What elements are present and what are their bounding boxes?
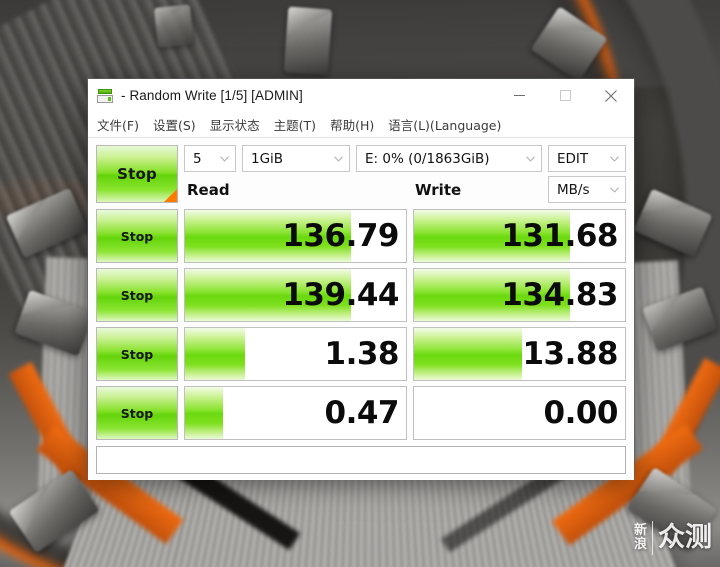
- close-icon[interactable]: [588, 79, 634, 112]
- row-stop-button-2[interactable]: Stop: [96, 268, 178, 322]
- write-score-cell-3: 13.88: [413, 327, 626, 381]
- watermark-sina-line1: 新: [633, 523, 647, 538]
- read-score-bar: [185, 328, 245, 380]
- progress-corner-indicator: [164, 189, 177, 202]
- write-score-value: 134.83: [501, 276, 618, 313]
- write-score-value: 131.68: [501, 217, 618, 254]
- target-drive-select[interactable]: E: 0% (0/1863GiB): [356, 145, 542, 172]
- test-size-value: 1GiB: [251, 150, 284, 167]
- main-stop-button[interactable]: Stop: [96, 145, 178, 203]
- unit-value: MB/s: [557, 181, 590, 198]
- title-bar[interactable]: - Random Write [1/5] [ADMIN]: [88, 79, 634, 112]
- metal-clamp-9: [154, 4, 194, 48]
- read-score-cell-4: 0.47: [184, 386, 407, 440]
- menu-item-display-status[interactable]: 显示状态: [210, 115, 260, 134]
- row-stop-button-4[interactable]: Stop: [96, 386, 178, 440]
- row-stop-button-label: Stop: [120, 287, 154, 303]
- minimize-icon[interactable]: [496, 79, 542, 112]
- maximize-icon[interactable]: [542, 79, 588, 112]
- menu-item-file[interactable]: 文件(F): [97, 115, 139, 134]
- run-count-select[interactable]: 5: [184, 145, 236, 172]
- table-row: Stop 139.44 134.83: [96, 268, 626, 322]
- unit-select[interactable]: MB/s: [548, 176, 626, 203]
- toolbar-row-headers: Read Write MB/s: [184, 176, 626, 203]
- chevron-down-icon: [603, 186, 625, 193]
- toolbar-controls: 5 1GiB E: 0% (0/1863GiB) EDIT Read Write…: [184, 145, 626, 205]
- window-controls: [496, 79, 634, 112]
- row-stop-button-label: Stop: [120, 346, 154, 362]
- test-size-select[interactable]: 1GiB: [242, 145, 350, 172]
- results-grid: Stop 136.79 131.68 Stop 139.44 134.83 St…: [96, 209, 626, 440]
- watermark-divider: [652, 521, 653, 555]
- read-score-value: 0.47: [324, 394, 400, 431]
- read-score-value: 139.44: [282, 276, 399, 313]
- table-row: Stop 1.38 13.88: [96, 327, 626, 381]
- watermark-sina: 新 浪: [634, 524, 647, 552]
- menu-item-theme[interactable]: 主题(T): [274, 115, 316, 134]
- write-score-cell-2: 134.83: [413, 268, 626, 322]
- metal-clamp-1: [283, 6, 333, 76]
- menu-item-settings[interactable]: 设置(S): [153, 115, 196, 134]
- benchmark-window: - Random Write [1/5] [ADMIN] 文件(F) 设置(S)…: [88, 79, 634, 480]
- row-stop-button-3[interactable]: Stop: [96, 327, 178, 381]
- table-row: Stop 136.79 131.68: [96, 209, 626, 263]
- chevron-down-icon: [327, 155, 349, 162]
- row-stop-button-1[interactable]: Stop: [96, 209, 178, 263]
- watermark: 新 浪 众测: [634, 521, 712, 555]
- chevron-down-icon: [519, 155, 541, 162]
- read-score-value: 136.79: [282, 217, 399, 254]
- menu-bar: 文件(F) 设置(S) 显示状态 主题(T) 帮助(H) 语言(L)(Langu…: [88, 112, 634, 138]
- toolbar-row-selectors: 5 1GiB E: 0% (0/1863GiB) EDIT: [184, 145, 626, 172]
- chevron-down-icon: [213, 155, 235, 162]
- read-score-value: 1.38: [324, 335, 400, 372]
- row-stop-button-label: Stop: [120, 405, 154, 421]
- run-count-value: 5: [193, 150, 202, 167]
- drive-benchmark-icon: [97, 88, 113, 104]
- watermark-zhongce: 众测: [658, 522, 712, 553]
- read-column-header: Read: [187, 180, 230, 199]
- write-score-value: 0.00: [543, 394, 619, 431]
- read-score-bar: [185, 387, 223, 439]
- read-score-cell-1: 136.79: [184, 209, 407, 263]
- app-body: Stop 5 1GiB E: 0% (0/1863GiB) EDIT Read …: [88, 138, 634, 480]
- chevron-down-icon: [603, 155, 625, 162]
- profile-value: EDIT: [557, 150, 589, 167]
- profile-select[interactable]: EDIT: [548, 145, 626, 172]
- read-score-cell-2: 139.44: [184, 268, 407, 322]
- write-score-value: 13.88: [522, 335, 618, 372]
- write-score-bar: [414, 328, 522, 380]
- window-title: - Random Write [1/5] [ADMIN]: [121, 88, 303, 103]
- write-score-cell-1: 131.68: [413, 209, 626, 263]
- menu-item-help[interactable]: 帮助(H): [330, 115, 374, 134]
- target-drive-value: E: 0% (0/1863GiB): [365, 150, 490, 167]
- toolbar: Stop 5 1GiB E: 0% (0/1863GiB) EDIT Read …: [96, 145, 626, 205]
- write-column-header: Write: [415, 180, 462, 199]
- table-row: Stop 0.47 0.00: [96, 386, 626, 440]
- row-stop-button-label: Stop: [120, 228, 154, 244]
- watermark-sina-line2: 浪: [633, 537, 647, 552]
- menu-item-language[interactable]: 语言(L)(Language): [388, 115, 501, 134]
- status-bar: [96, 446, 626, 474]
- main-stop-button-label: Stop: [117, 165, 157, 183]
- write-score-cell-4: 0.00: [413, 386, 626, 440]
- read-score-cell-3: 1.38: [184, 327, 407, 381]
